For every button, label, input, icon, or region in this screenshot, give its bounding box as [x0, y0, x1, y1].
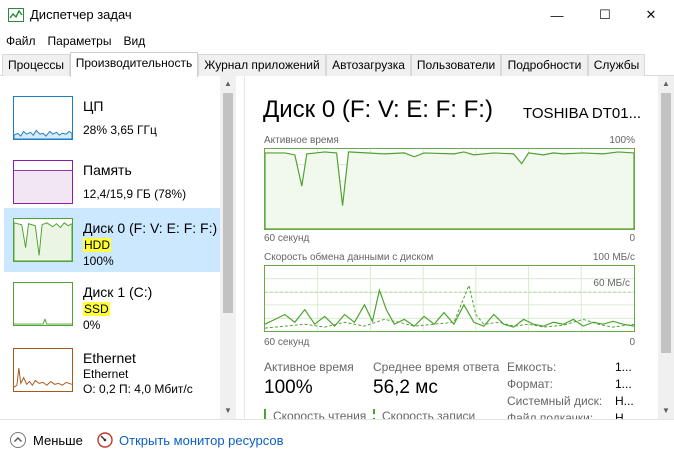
transfer-rate-graph-label: Скорость обмена данными с диском — [264, 252, 434, 263]
memory-usage: 12,4/15,9 ГБ (78%) — [83, 187, 187, 201]
tab-app-history[interactable]: Журнал приложений — [198, 54, 326, 76]
active-time-graph — [264, 148, 635, 230]
active-time-stat-value: 100% — [264, 377, 313, 398]
fewer-details-button[interactable]: Меньше — [33, 433, 83, 448]
main-scroll-up-arrow-icon[interactable]: ▲ — [658, 76, 674, 92]
disk0-label: Диск 0 (F: V: E: F: F:) — [83, 220, 218, 236]
system-disk-label: Системный диск: — [507, 394, 603, 408]
disk0-type: HDD — [83, 238, 111, 252]
main-scroll-thumb[interactable] — [661, 93, 671, 353]
disk1-thumbnail-graph — [13, 282, 73, 326]
tab-users[interactable]: Пользователи — [411, 54, 501, 76]
sidebar-item-ethernet[interactable]: Ethernet Ethernet О: 0,2 П: 4,0 Мбит/с — [4, 338, 220, 402]
transfer-rate-inner-label: 60 МБ/с — [593, 278, 630, 289]
sidebar-item-cpu[interactable]: ЦП 28% 3,65 ГГц — [4, 86, 220, 150]
sidebar-item-disk1[interactable]: Диск 1 (C:) SSD 0% — [4, 272, 220, 336]
scroll-down-arrow-icon[interactable]: ▼ — [220, 403, 236, 419]
cpu-label: ЦП — [83, 98, 104, 114]
minimize-button[interactable]: — — [534, 0, 580, 30]
sidebar-scrollbar[interactable]: ▲ ▼ — [220, 76, 236, 419]
cpu-usage: 28% 3,65 ГГц — [83, 123, 157, 137]
disk1-active: 0% — [83, 318, 101, 332]
transfer-rate-graph — [264, 265, 635, 332]
menu-bar: Файл Параметры Вид — [0, 30, 674, 52]
open-resource-monitor-link[interactable]: Открыть монитор ресурсов — [119, 433, 283, 448]
transfer-rate-graph-max: 100 МБ/с — [592, 252, 635, 263]
menu-file[interactable]: Файл — [0, 31, 42, 51]
memory-label: Память — [83, 162, 132, 178]
tab-services[interactable]: Службы — [588, 54, 645, 76]
task-manager-icon — [8, 8, 24, 22]
tab-startup[interactable]: Автозагрузка — [326, 54, 411, 76]
scroll-up-arrow-icon[interactable]: ▲ — [220, 76, 236, 92]
disk-details-panel: Диск 0 (F: V: E: F: F:) TOSHIBA DT01... … — [245, 76, 658, 419]
active-time-graph-right: 0 — [629, 233, 635, 244]
maximize-icon: ☐ — [599, 7, 611, 22]
transfer-rate-graph-right: 0 — [629, 337, 635, 348]
disk0-active: 100% — [83, 254, 114, 268]
resource-list: ЦП 28% 3,65 ГГц Память 12,4/15,9 ГБ (78%… — [0, 76, 236, 419]
ethernet-speed: О: 0,2 П: 4,0 Мбит/с — [83, 382, 193, 396]
ethernet-adapter: Ethernet — [83, 367, 129, 381]
maximize-button[interactable]: ☐ — [582, 0, 628, 30]
active-time-stat-label: Активное время — [264, 360, 354, 374]
page-file-value: Н... — [615, 411, 634, 419]
sidebar-item-memory[interactable]: Память 12,4/15,9 ГБ (78%) — [4, 150, 220, 214]
tab-bar: Процессы Производительность Журнал прило… — [0, 52, 674, 77]
cpu-thumbnail-graph — [13, 96, 73, 140]
minimize-icon: — — [550, 7, 564, 23]
read-speed-label: Скорость чтения — [264, 409, 366, 419]
close-button[interactable]: ✕ — [628, 0, 674, 30]
capacity-label: Емкость: — [507, 360, 557, 374]
response-time-stat-value: 56,2 мс — [373, 377, 438, 398]
sidebar-scroll-thumb[interactable] — [223, 93, 233, 313]
window-title: Диспетчер задач — [30, 7, 132, 22]
active-time-graph-label: Активное время — [264, 135, 339, 146]
disk-title: Диск 0 (F: V: E: F: F:) — [263, 96, 493, 123]
footer-bar: Меньше Открыть монитор ресурсов — [0, 419, 674, 465]
sidebar-item-disk0[interactable]: Диск 0 (F: V: E: F: F:) HDD 100% — [4, 208, 220, 272]
tab-details[interactable]: Подробности — [501, 54, 588, 76]
capacity-value: 1... — [615, 360, 632, 374]
format-value: 1... — [615, 377, 632, 391]
format-label: Формат: — [507, 377, 553, 391]
disk-model: TOSHIBA DT01... — [523, 105, 642, 122]
response-time-stat-label: Среднее время ответа — [373, 360, 500, 374]
main-scroll-down-arrow-icon[interactable]: ▼ — [658, 403, 674, 419]
close-icon: ✕ — [645, 7, 657, 22]
menu-view[interactable]: Вид — [117, 31, 151, 51]
resource-monitor-icon[interactable] — [97, 432, 113, 448]
disk1-label: Диск 1 (C:) — [83, 284, 153, 300]
page-file-label: Файл подкачки: — [507, 411, 594, 419]
active-time-graph-left: 60 секунд — [264, 233, 310, 244]
disk1-type: SSD — [83, 302, 110, 316]
transfer-rate-graph-left: 60 секунд — [264, 337, 310, 348]
ethernet-thumbnail-graph — [13, 348, 73, 392]
collapse-chevron-icon[interactable] — [10, 432, 26, 448]
system-disk-value: Н... — [615, 394, 634, 408]
write-speed-label: Скорость записи — [373, 409, 475, 419]
ethernet-label: Ethernet — [83, 350, 136, 366]
main-scrollbar[interactable]: ▲ ▼ — [658, 76, 674, 419]
tab-processes[interactable]: Процессы — [2, 54, 70, 76]
tab-performance[interactable]: Производительность — [70, 52, 198, 77]
memory-thumbnail-graph — [13, 160, 73, 204]
title-bar: Диспетчер задач — ☐ ✕ — [0, 0, 674, 30]
disk0-thumbnail-graph — [13, 218, 73, 262]
active-time-graph-max: 100% — [609, 135, 635, 146]
menu-options[interactable]: Параметры — [42, 31, 118, 51]
